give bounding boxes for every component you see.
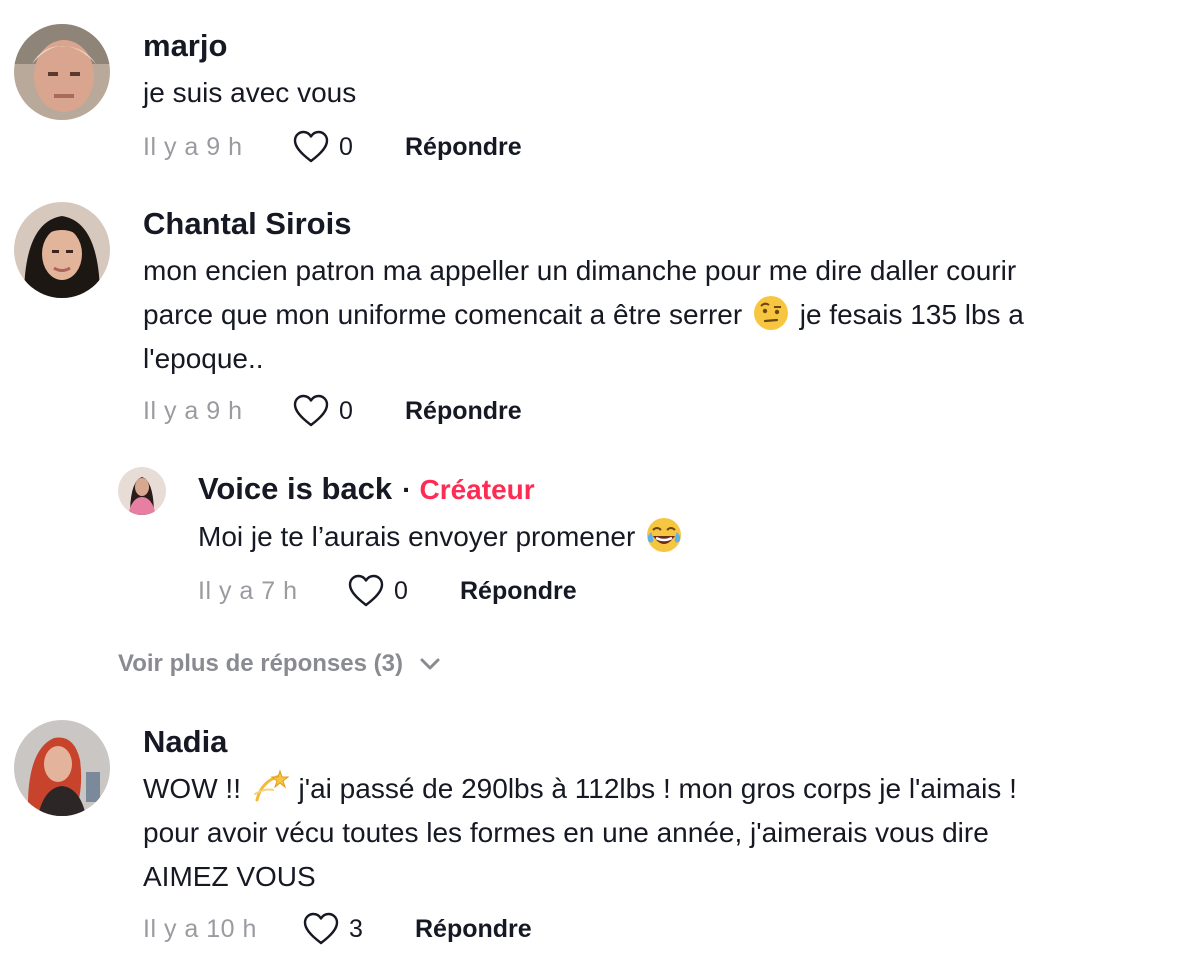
comment-timestamp: Il y a 7 h	[198, 576, 298, 605]
like-button[interactable]: 3	[303, 912, 415, 946]
reply-button[interactable]: Répondre	[415, 915, 532, 944]
comment-text-line: je fesais 135 lbs a	[799, 299, 1024, 330]
avatar[interactable]	[14, 24, 110, 120]
comment-text-line: pour avoir vécu toutes les formes en une…	[143, 817, 989, 848]
comment-text-line: AIMEZ VOUS	[143, 861, 316, 892]
like-count: 3	[349, 914, 363, 943]
avatar[interactable]	[14, 202, 110, 298]
comment-username[interactable]: Voice is back	[198, 471, 392, 506]
like-button[interactable]: 0	[293, 394, 405, 428]
reply-button[interactable]: Répondre	[405, 397, 522, 426]
comment-meta: Il y a 10 h 3 Répondre	[143, 909, 1162, 949]
comment-text: mon encien patron ma appeller un dimanch…	[143, 249, 1162, 381]
like-count: 0	[394, 576, 408, 605]
comment-text-line: WOW !!	[143, 773, 241, 804]
comment-text-line: parce que mon uniforme comencait a être …	[143, 299, 743, 330]
comment-text-line: mon encien patron ma appeller un dimanch…	[143, 255, 1017, 286]
comment-timestamp: Il y a 9 h	[143, 396, 243, 425]
comment-timestamp: Il y a 10 h	[143, 914, 257, 943]
comment-meta: Il y a 9 h 0 Répondre	[143, 391, 1162, 431]
avatar[interactable]	[118, 467, 166, 515]
like-button[interactable]: 0	[348, 574, 460, 608]
separator: ·	[402, 474, 412, 505]
heart-icon	[348, 574, 384, 607]
creator-badge: Créateur	[419, 474, 535, 505]
like-count: 0	[339, 132, 353, 161]
face-with-tears-of-joy-emoji	[645, 516, 683, 554]
heart-icon	[293, 130, 329, 163]
comment-text: Moi je te l’aurais envoyer promener	[198, 515, 1162, 559]
comment-text-line: l'epoque..	[143, 343, 264, 374]
comment-timestamp: Il y a 9 h	[143, 132, 243, 161]
like-count: 0	[339, 396, 353, 425]
view-more-replies-button[interactable]: Voir plus de réponses (3)	[118, 650, 441, 678]
face-with-raised-eyebrow-emoji	[752, 294, 790, 332]
comment-text: je suis avec vous	[143, 77, 357, 108]
comment-text: WOW !! j'ai passé de 290lbs à 112lbs ! m…	[143, 767, 1162, 899]
dizzy-emoji	[251, 768, 290, 806]
heart-icon	[303, 912, 339, 945]
reply-button[interactable]: Répondre	[460, 577, 577, 606]
heart-icon	[293, 394, 329, 427]
comment-text-line: j'ai passé de 290lbs à 112lbs ! mon gros…	[298, 773, 1017, 804]
comment-username[interactable]: marjo	[143, 28, 1162, 64]
chevron-down-icon	[420, 658, 440, 670]
comments-list: marjo je suis avec vous Il y a 9 h 0 Rép…	[0, 0, 1202, 980]
comment-meta: Il y a 7 h 0 Répondre	[198, 571, 1162, 611]
reply-button[interactable]: Répondre	[405, 133, 522, 162]
comment-text-line: Moi je te l’aurais envoyer promener	[198, 521, 636, 552]
reply-header: Voice is back · Créateur	[198, 471, 1162, 508]
like-button[interactable]: 0	[293, 130, 405, 164]
avatar[interactable]	[14, 720, 110, 816]
comment-username[interactable]: Chantal Sirois	[143, 206, 1162, 242]
comment-meta: Il y a 9 h 0 Répondre	[143, 127, 1162, 167]
view-more-replies-label: Voir plus de réponses (3)	[118, 650, 403, 677]
comment-username[interactable]: Nadia	[143, 724, 1162, 760]
